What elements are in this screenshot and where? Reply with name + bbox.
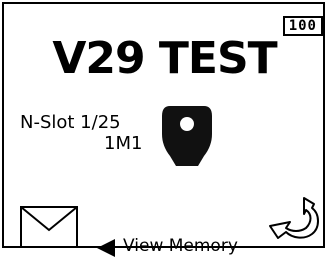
key-icon: [162, 106, 212, 166]
page-title: V29 TEST: [52, 33, 277, 84]
view-memory-button[interactable]: View Memory: [123, 235, 238, 257]
counter-badge: 100: [282, 16, 323, 36]
code-label: 1M1: [104, 133, 143, 154]
slot-label: N-Slot 1/25: [20, 112, 121, 133]
envelope-icon[interactable]: [20, 206, 78, 248]
left-triangle-icon: [97, 239, 115, 257]
back-arrow-icon[interactable]: [268, 196, 326, 252]
